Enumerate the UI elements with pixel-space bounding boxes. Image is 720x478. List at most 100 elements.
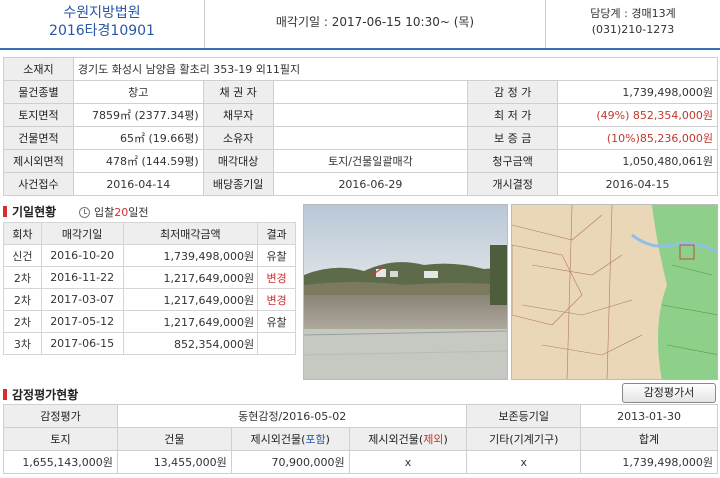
excluded-area-value: 478㎡ (144.59평) — [72, 149, 204, 173]
bid-date: 2016-11-22 — [40, 266, 124, 289]
table-row: 2차 2017-05-12 1,217,649,000원 유찰 — [3, 310, 296, 333]
case-number: 2016타경10901 — [49, 23, 155, 39]
excluded-header: 제시외건물(제외) — [348, 427, 468, 451]
bid-round: 2차 — [3, 310, 42, 333]
bid-history-table: 회차 매각기일 최저매각금액 결과 신건 2016-10-20 1,739,49… — [3, 222, 296, 355]
clock-icon — [79, 207, 90, 218]
bid-section-title: 기일현황 — [3, 203, 56, 220]
auction-date: 매각기일 : 2017-06-15 10:30~ (목) — [275, 15, 475, 29]
bid-round: 신건 — [3, 244, 42, 267]
land-area-value: 7859㎡ (2377.34평) — [72, 103, 204, 127]
header-round: 회차 — [3, 222, 42, 245]
claim-label: 청구금액 — [467, 149, 559, 173]
bid-result: 변경 — [257, 266, 296, 289]
start-value: 2016-04-15 — [557, 172, 718, 196]
court-info: 수원지방법원 2016타경10901 — [0, 0, 205, 48]
total-value: 1,739,498,000원 — [580, 450, 718, 474]
claim-value: 1,050,480,061원 — [557, 149, 718, 173]
header-date: 매각기일 — [40, 222, 124, 245]
bid-result: 변경 — [257, 288, 296, 311]
deposit-label: 보 증 금 — [467, 126, 559, 150]
owner-value — [272, 126, 469, 150]
manager-info: 담당계 : 경매13계 (031)210-1273 — [545, 0, 720, 48]
bid-round: 3차 — [3, 332, 42, 355]
bid-result: 유찰 — [257, 310, 296, 333]
location-label: 소재지 — [3, 57, 74, 81]
appraisal-row-label: 감정평가 — [3, 404, 118, 428]
bid-date: 2016-10-20 — [40, 244, 124, 267]
building-value: 13,455,000원 — [116, 450, 232, 474]
sale-target-label: 매각대상 — [202, 149, 274, 173]
appraisal-label: 감 정 가 — [467, 80, 559, 104]
min-price-value: (49%) 852,354,000원 — [557, 103, 718, 127]
included-value: 70,900,000원 — [230, 450, 350, 474]
bid-amount: 1,739,498,000원 — [122, 244, 259, 267]
creditor-label: 채 권 자 — [202, 80, 274, 104]
bid-result — [257, 332, 296, 355]
dividend-label: 배당종기일 — [202, 172, 274, 196]
type-label: 물건종별 — [3, 80, 74, 104]
bid-amount: 852,354,000원 — [122, 332, 259, 355]
court-name: 수원지방법원 — [63, 5, 141, 21]
header-amount: 최저매각금액 — [122, 222, 259, 245]
debtor-label: 채무자 — [202, 103, 274, 127]
deposit-value: (10%)85,236,000원 — [557, 126, 718, 150]
land-area-label: 토지면적 — [3, 103, 74, 127]
section-bullet-icon — [3, 389, 7, 400]
manager-dept: 담당계 : 경매13계 — [590, 7, 676, 20]
building-area-label: 건물면적 — [3, 126, 74, 150]
appraisal-value: 1,739,498,000원 — [557, 80, 718, 104]
location-value: 경기도 화성시 남양읍 활초리 353-19 외11필지 — [72, 57, 719, 81]
case-header: 수원지방법원 2016타경10901 매각기일 : 2017-06-15 10:… — [0, 0, 720, 50]
appraisal-table: 감정평가 동현감정/2016-05-02 보존등기일 2013-01-30 토지… — [3, 404, 718, 474]
section-bullet-icon — [3, 206, 7, 217]
table-row: 신건 2016-10-20 1,739,498,000원 유찰 — [3, 244, 296, 267]
base-date-value: 2013-01-30 — [580, 404, 718, 428]
building-area-value: 65㎡ (19.66평) — [72, 126, 204, 150]
site-photo[interactable] — [303, 204, 508, 380]
excluded-area-label: 제시외면적 — [3, 149, 74, 173]
bid-amount: 1,217,649,000원 — [122, 310, 259, 333]
excluded-value: x — [348, 450, 468, 474]
site-photo-image — [304, 205, 507, 379]
header-result: 결과 — [257, 222, 296, 245]
type-value: 창고 — [72, 80, 204, 104]
bid-header-row: 회차 매각기일 최저매각금액 결과 — [3, 222, 296, 245]
debtor-value — [272, 103, 469, 127]
manager-phone: (031)210-1273 — [591, 23, 675, 36]
total-header: 합계 — [580, 427, 718, 451]
cadastral-map-image — [512, 205, 717, 379]
other-value: x — [466, 450, 582, 474]
table-row: 2차 2016-11-22 1,217,649,000원 변경 — [3, 266, 296, 289]
included-header: 제시외건물(포함) — [230, 427, 350, 451]
bid-round: 2차 — [3, 288, 42, 311]
cadastral-map[interactable] — [511, 204, 718, 380]
bid-countdown: 입찰20일전 — [79, 204, 149, 220]
start-label: 개시결정 — [467, 172, 559, 196]
bid-amount: 1,217,649,000원 — [122, 266, 259, 289]
land-header: 토지 — [3, 427, 118, 451]
sale-target-value: 토지/건물일괄매각 — [272, 149, 469, 173]
min-price-label: 최 저 가 — [467, 103, 559, 127]
property-info-table: 소재지 경기도 화성시 남양읍 활초리 353-19 외11필지 물건종별 창고… — [3, 57, 719, 196]
received-value: 2016-04-14 — [72, 172, 204, 196]
dividend-value: 2016-06-29 — [272, 172, 469, 196]
appraiser-value: 동현감정/2016-05-02 — [116, 404, 468, 428]
base-date-label: 보존등기일 — [466, 404, 582, 428]
bid-date: 2017-03-07 — [40, 288, 124, 311]
bid-round: 2차 — [3, 266, 42, 289]
creditor-value — [272, 80, 469, 104]
owner-label: 소유자 — [202, 126, 274, 150]
other-header: 기타(기계기구) — [466, 427, 582, 451]
bid-date: 2017-05-12 — [40, 310, 124, 333]
appraisal-report-button[interactable]: 감정평가서 — [622, 383, 716, 403]
land-value: 1,655,143,000원 — [3, 450, 118, 474]
bid-amount: 1,217,649,000원 — [122, 288, 259, 311]
building-header: 건물 — [116, 427, 232, 451]
bid-date: 2017-06-15 — [40, 332, 124, 355]
table-row: 2차 2017-03-07 1,217,649,000원 변경 — [3, 288, 296, 311]
appraisal-section-title: 감정평가현황 — [3, 386, 78, 403]
received-label: 사건접수 — [3, 172, 74, 196]
table-row: 3차 2017-06-15 852,354,000원 — [3, 332, 296, 355]
bid-result: 유찰 — [257, 244, 296, 267]
